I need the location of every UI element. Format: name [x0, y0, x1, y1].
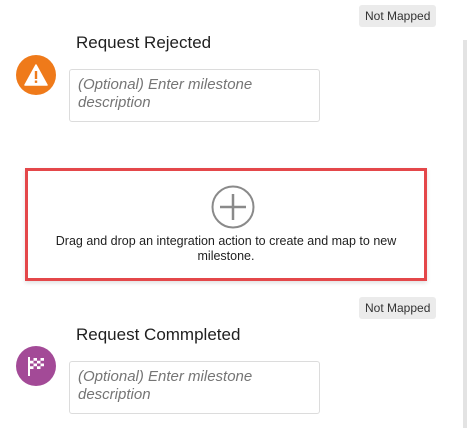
milestone-title: Request Commpleted	[76, 325, 241, 344]
milestone-description-input[interactable]: (Optional) Enter milestone description	[69, 361, 320, 414]
scrollbar[interactable]	[463, 40, 467, 428]
milestone-title: Request Rejected	[76, 33, 212, 52]
status-badge: Not Mapped	[359, 297, 437, 319]
milestone-description-input[interactable]: (Optional) Enter milestone description	[69, 69, 320, 122]
status-badge: Not Mapped	[359, 5, 437, 27]
drop-zone-text: Drag and drop an integration action to c…	[55, 234, 397, 263]
checkered-flag-icon	[28, 357, 44, 376]
milestone-icon	[16, 346, 56, 386]
drop-zone[interactable]: Drag and drop an integration action to c…	[25, 168, 427, 281]
milestone-icon	[16, 55, 56, 95]
warning-icon	[24, 64, 48, 86]
add-circle-icon[interactable]	[211, 185, 255, 229]
